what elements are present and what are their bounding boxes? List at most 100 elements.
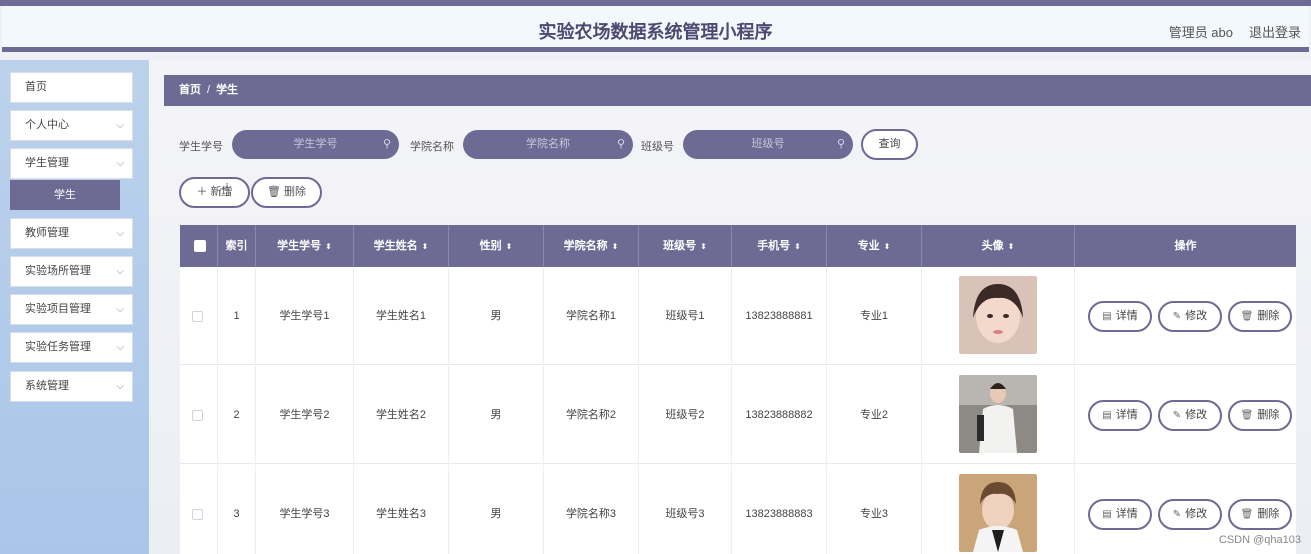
student-no-label: 学生学号 [179,141,223,153]
cell-class-no: 班级号2 [639,366,732,464]
col-gender[interactable]: 性别 ⬍ [449,225,544,267]
edit-button[interactable]: ✎ 修改 [1158,499,1222,530]
cell-avatar [922,366,1075,464]
cell-major: 专业3 [827,465,922,554]
cell-gender: 男 [449,267,544,365]
col-actions: 操作 [1174,240,1197,252]
sort-icon: ⬍ [325,242,332,251]
cell-major: 专业1 [827,267,922,365]
sidebar-item-home[interactable]: 首页 [10,72,133,103]
edit-label: 修改 [1185,508,1208,520]
detail-button[interactable]: ▤ 详情 [1088,400,1152,431]
row-checkbox[interactable] [192,509,203,520]
cell-student-name: 学生姓名2 [354,366,449,464]
sidebar-item-lab-site-management[interactable]: 实验场所管理 ⌵ [10,256,133,287]
col-class-no[interactable]: 班级号 ⬍ [639,225,732,267]
main-content: 首页 / 学生 学生学号 学生学号 ⚲ 学院名称 学院名称 ⚲ 班级号 班级号 ⚲ 查询 … [149,60,1311,554]
batch-delete-button[interactable]: 🗑 删除 [251,177,322,208]
row-checkbox[interactable] [192,410,203,421]
col-student-no[interactable]: 学生学号 ⬍ [256,225,354,267]
cell-actions: ▤ 详情 ✎ 修改 🗑 删除 [1075,366,1296,464]
sidebar-item-student-management[interactable]: 学生管理 ⌵ [10,148,133,179]
class-no-input[interactable]: 班级号 ⚲ [683,130,853,159]
breadcrumb: 首页 / 学生 [164,75,1311,106]
breadcrumb-separator: / [207,84,211,96]
sidebar-item-label: 个人中心 [25,119,69,131]
delete-label: 删除 [1257,508,1280,520]
chevron-down-icon: ⌵ [116,342,124,353]
edit-button[interactable]: ✎ 修改 [1158,301,1222,332]
delete-button[interactable]: 🗑 删除 [1228,301,1292,332]
breadcrumb-current: 学生 [216,84,239,96]
sidebar-item-teacher-management[interactable]: 教师管理 ⌵ [10,218,133,249]
col-label: 手机号 [757,240,791,252]
avatar-image [959,375,1037,453]
detail-label: 详情 [1115,409,1138,421]
app-header: 实验农场数据系统管理小程序 管理员 abo 退出登录 [2,6,1309,52]
cell-college: 学院名称2 [544,366,639,464]
cell-class-no: 班级号3 [639,465,732,554]
plus-icon: ＋ [196,186,208,198]
cell-avatar [922,465,1075,554]
breadcrumb-home[interactable]: 首页 [179,84,201,96]
col-label: 学生姓名 [373,240,418,252]
class-no-placeholder: 班级号 [751,138,785,150]
col-phone[interactable]: 手机号 ⬍ [732,225,827,267]
trash-icon: 🗑 [266,186,281,198]
cell-gender: 男 [449,366,544,464]
search-icon: ⚲ [836,138,845,150]
cell-class-no: 班级号1 [639,267,732,365]
delete-button[interactable]: 🗑 删除 [1228,499,1292,530]
cell-student-no: 学生学号2 [256,366,354,464]
cell-avatar [922,267,1075,365]
cell-phone: 13823888881 [732,267,827,365]
col-college[interactable]: 学院名称 ⬍ [544,225,639,267]
sidebar-item-lab-project-management[interactable]: 实验项目管理 ⌵ [10,294,133,325]
cell-college: 学院名称1 [544,267,639,365]
college-input[interactable]: 学院名称 ⚲ [463,130,633,159]
col-major[interactable]: 专业 ⬍ [827,225,922,267]
edit-button[interactable]: ✎ 修改 [1158,400,1222,431]
col-label: 性别 [479,240,502,252]
sidebar-item-system-management[interactable]: 系统管理 ⌵ [10,371,133,402]
sort-icon: ⬍ [700,242,707,251]
detail-label: 详情 [1115,508,1138,520]
student-no-input[interactable]: 学生学号 ⚲ [232,130,399,159]
table-header: 索引 学生学号 ⬍ 学生姓名 ⬍ 性别 ⬍ 学院名称 ⬍ 班级号 ⬍ 手机号 ⬍ 专业 ⬍ 头… [180,225,1296,267]
delete-label: 删除 [284,186,307,198]
cell-phone: 13823888883 [732,465,827,554]
col-student-name[interactable]: 学生姓名 ⬍ [354,225,449,267]
row-checkbox[interactable] [192,311,203,322]
delete-button[interactable]: 🗑 删除 [1228,400,1292,431]
search-icon: ⚲ [616,138,625,150]
select-all-checkbox[interactable] [194,240,206,252]
col-index: 索引 [218,225,256,267]
cell-phone: 13823888882 [732,366,827,464]
detail-button[interactable]: ▤ 详情 [1088,499,1152,530]
logout-link[interactable]: 退出登录 [1249,22,1301,41]
sidebar-item-personal-center[interactable]: 个人中心 ⌵ [10,110,133,141]
delete-label: 删除 [1257,310,1280,322]
student-table: 索引 学生学号 ⬍ 学生姓名 ⬍ 性别 ⬍ 学院名称 ⬍ 班级号 ⬍ 手机号 ⬍ 专业 ⬍ 头… [180,225,1296,554]
cell-index: 2 [218,366,256,464]
student-no-placeholder: 学生学号 [293,138,338,150]
sidebar-subitem-student[interactable]: 学生 [10,180,120,210]
document-icon: ▤ [1102,410,1112,421]
sort-icon: ⬍ [794,242,801,251]
pencil-icon: ✎ [1172,509,1182,520]
sidebar-item-lab-task-management[interactable]: 实验任务管理 ⌵ [10,332,133,363]
document-icon: ▤ [1102,311,1112,322]
add-button[interactable]: ＋ 新增 [179,177,250,208]
cell-index: 1 [218,267,256,365]
row-select-cell [180,267,218,365]
col-avatar[interactable]: 头像 ⬍ [922,225,1075,267]
edit-label: 修改 [1185,409,1208,421]
pencil-icon: ✎ [1172,410,1182,421]
trash-icon: 🗑 [1240,410,1254,421]
sort-icon: ⬍ [883,242,891,251]
query-button[interactable]: 查询 [861,129,918,160]
sidebar-item-label: 实验场所管理 [25,265,91,277]
sidebar-item-label: 学生管理 [25,157,69,169]
cell-student-no: 学生学号1 [256,267,354,365]
detail-button[interactable]: ▤ 详情 [1088,301,1152,332]
